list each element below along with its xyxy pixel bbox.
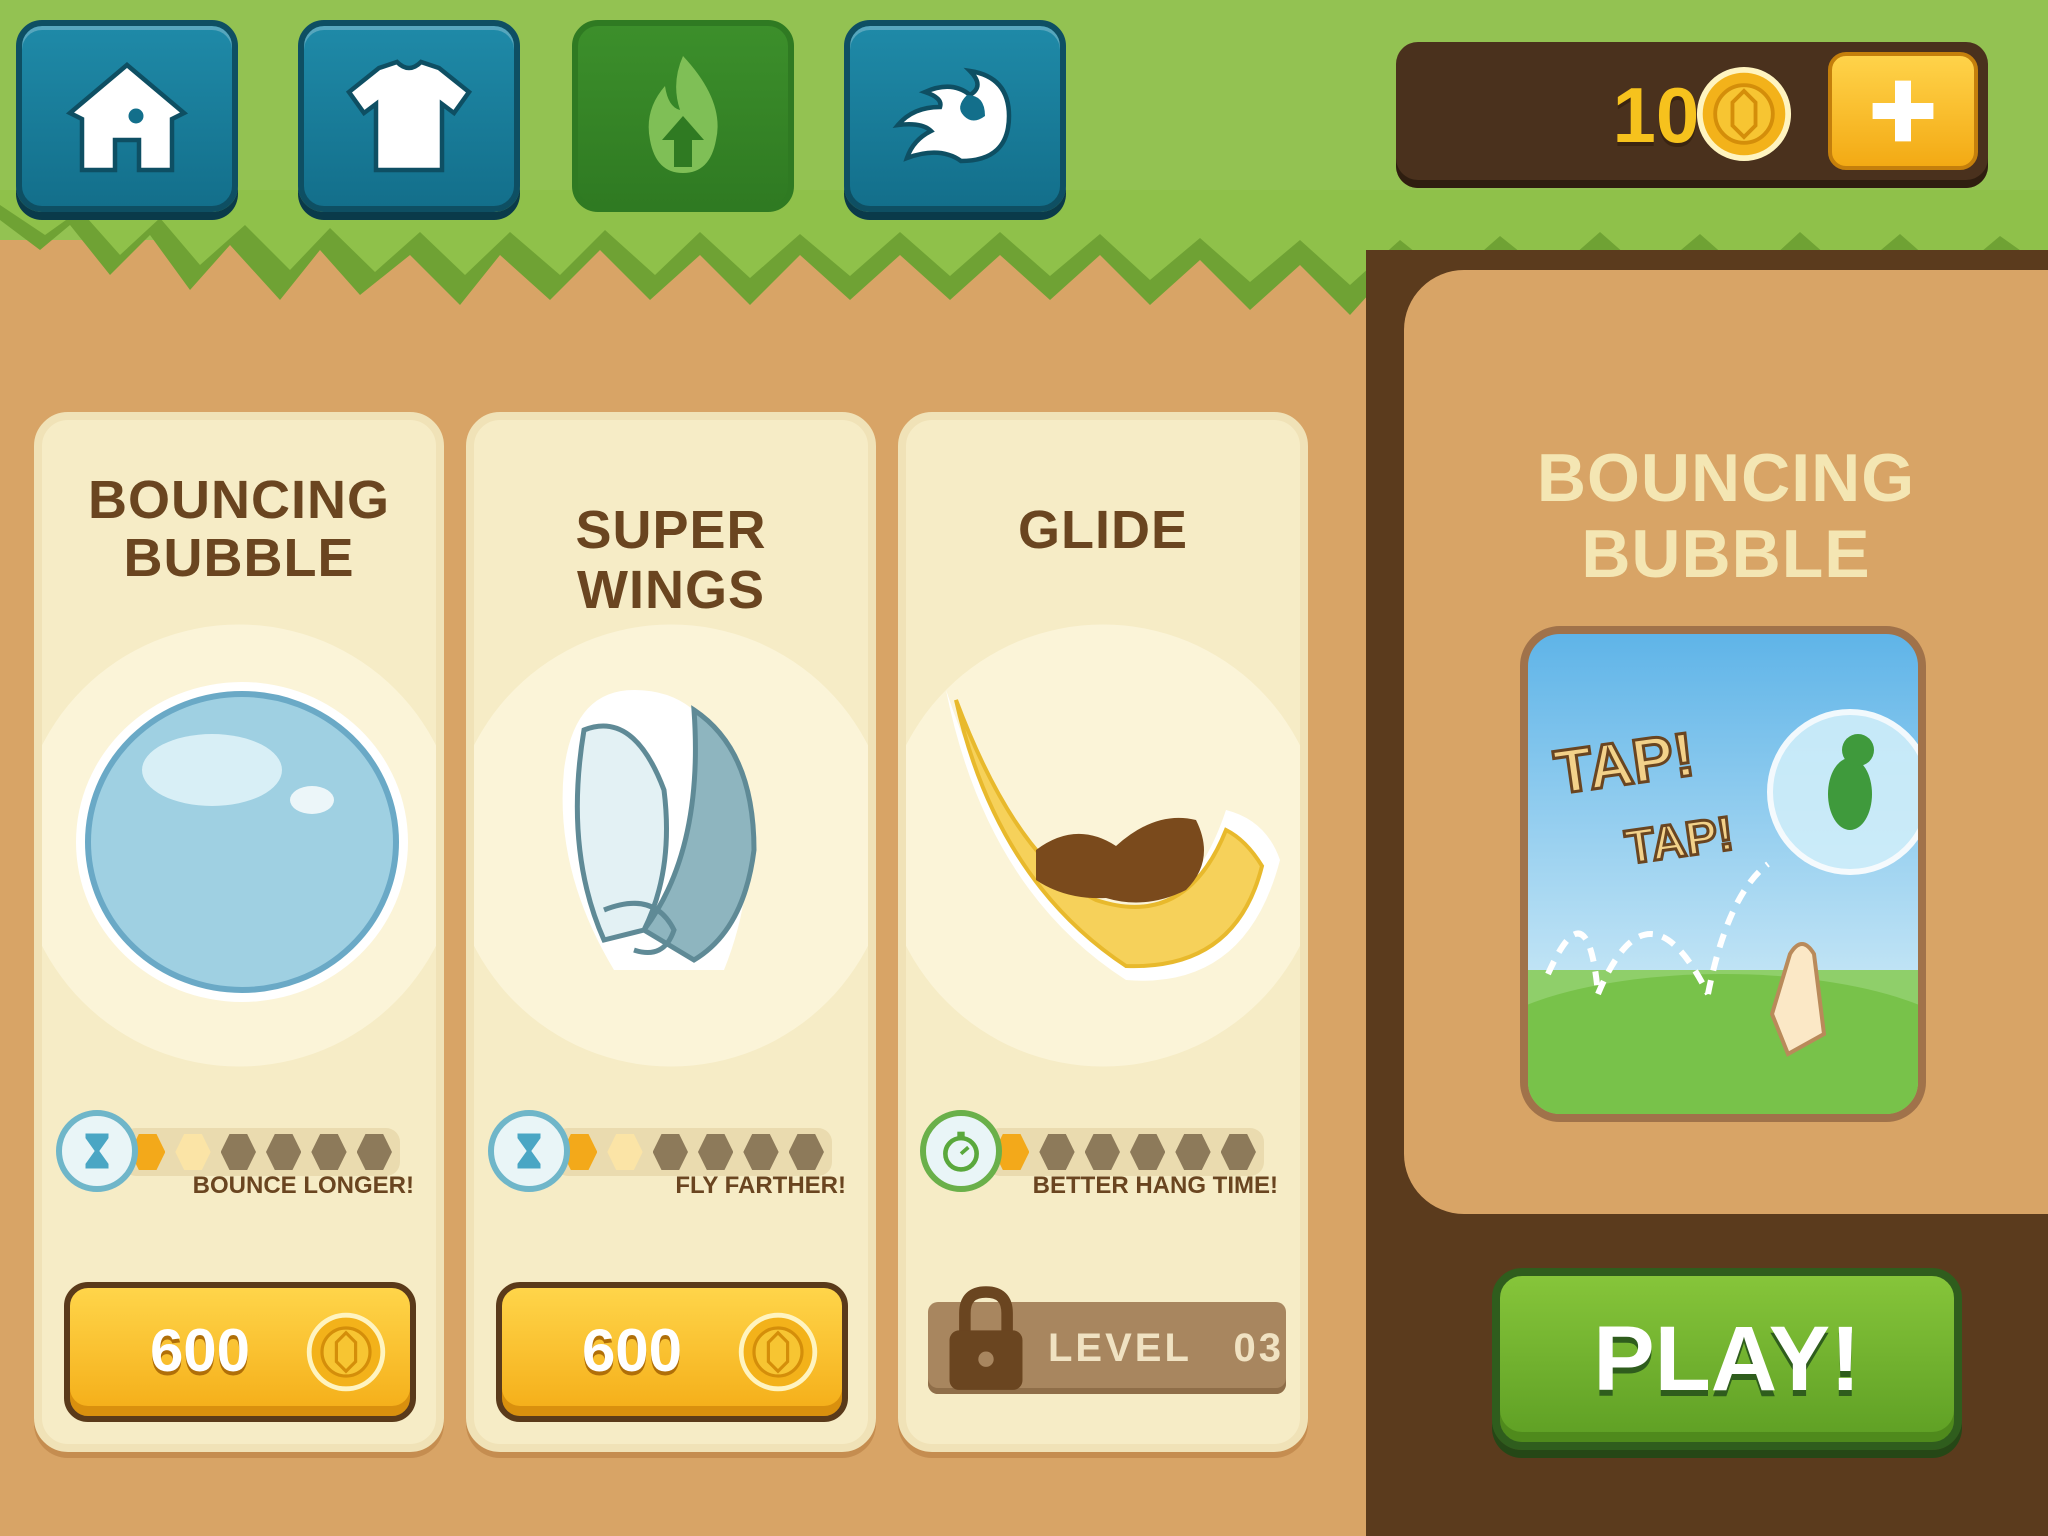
bubble-icon <box>76 682 408 1002</box>
buy-button[interactable]: 600 <box>496 1282 848 1422</box>
level-pip <box>311 1134 347 1170</box>
shirt-icon <box>345 59 473 173</box>
level-pip <box>1129 1134 1166 1170</box>
level-pip <box>356 1134 392 1170</box>
locked-level-label: LEVEL 03 <box>1048 1326 1285 1370</box>
dash-icon <box>892 67 1012 164</box>
plus-icon <box>1872 80 1934 142</box>
level-pip <box>175 1134 211 1170</box>
level-pip <box>220 1134 256 1170</box>
level-pip <box>1175 1134 1211 1170</box>
flame-upgrade-icon <box>648 56 718 173</box>
card-title-line2: BUBBLE <box>123 528 355 588</box>
hourglass-badge <box>488 1110 570 1192</box>
card-title: BOUNCING <box>88 470 390 530</box>
level-pip <box>743 1134 779 1170</box>
stopwatch-badge <box>920 1110 1002 1192</box>
upgrade-caption: BOUNCE LONGER! <box>192 1172 414 1199</box>
card-title: GLIDE <box>1017 500 1188 560</box>
play-button[interactable]: PLAY! <box>1492 1268 1962 1450</box>
glide-icon <box>946 690 1280 981</box>
card-title: SUPER WINGS <box>575 500 767 620</box>
level-pips <box>554 1128 832 1176</box>
price-label: 600 <box>581 1317 683 1384</box>
upgrade-caption: BETTER HANG TIME! <box>1032 1172 1278 1199</box>
locked-requirement: LEVEL 03 <box>928 1286 1286 1394</box>
upgrade-card-glide[interactable]: GLIDE BETTER HANG TIME! LEVEL 03 <box>898 412 1308 1452</box>
upgrade-card-bouncing-bubble[interactable]: BOUNCING BUBBLE BOUNCE LONGER! 600 <box>34 412 444 1452</box>
level-pip <box>265 1134 302 1170</box>
level-pips <box>986 1128 1264 1176</box>
hourglass-icon <box>517 1133 541 1169</box>
coin-icon <box>1696 66 1792 162</box>
level-pip <box>1220 1134 1256 1170</box>
lock-icon <box>949 1286 1023 1390</box>
detail-title: BOUNCING BUBBLE <box>1536 440 1916 592</box>
hourglass-badge <box>56 1110 138 1192</box>
upgrade-card-super-wings[interactable]: SUPER WINGS FLY FARTHER! 600 <box>466 412 876 1452</box>
buy-button[interactable]: 600 <box>64 1282 416 1422</box>
home-button[interactable] <box>16 20 238 212</box>
price-label: 600 <box>149 1317 251 1384</box>
tap-text-1: TAP! <box>1550 720 1698 808</box>
level-pip <box>697 1134 734 1170</box>
level-pip <box>788 1134 824 1170</box>
tutorial-preview: TAP! TAP! <box>1520 626 1926 1122</box>
wings-icon <box>562 690 757 970</box>
home-icon <box>65 62 189 173</box>
coin-icon <box>738 1312 818 1392</box>
level-pip <box>1039 1134 1075 1170</box>
tap-text-2: TAP! <box>1622 807 1737 875</box>
dash-button[interactable] <box>844 20 1066 212</box>
play-label: PLAY! <box>1593 1308 1861 1410</box>
level-pip <box>1084 1134 1120 1170</box>
level-pips <box>122 1128 400 1176</box>
add-coins-button[interactable] <box>1828 52 1978 170</box>
stopwatch-icon <box>943 1131 979 1172</box>
wardrobe-button[interactable] <box>298 20 520 212</box>
hourglass-icon <box>85 1133 109 1169</box>
upgrades-tab-button[interactable] <box>572 20 794 212</box>
level-pip <box>652 1134 688 1170</box>
coin-balance: 1000 <box>1396 42 1988 188</box>
coin-icon <box>306 1312 386 1392</box>
upgrade-caption: FLY FARTHER! <box>675 1172 846 1199</box>
level-pip <box>607 1134 643 1170</box>
